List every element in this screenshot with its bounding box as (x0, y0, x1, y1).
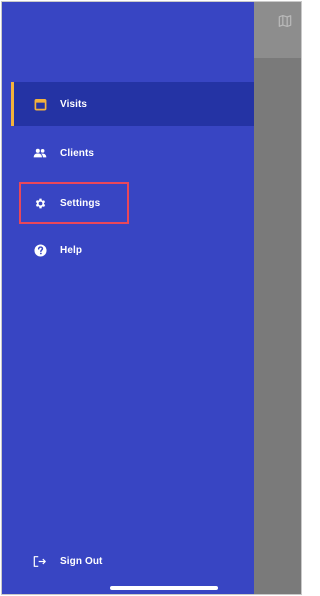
nav-item-label: Settings (60, 197, 101, 209)
nav-item-clients[interactable]: Clients (12, 131, 254, 175)
phone-screen: Visits Clients Settings Help Sign Out (1, 1, 302, 595)
nav-item-visits[interactable]: Visits (11, 82, 254, 126)
sign-out-icon (33, 554, 47, 568)
home-indicator[interactable] (110, 586, 218, 590)
nav-item-label: Clients (60, 147, 95, 159)
gear-icon (33, 196, 47, 210)
navigation-drawer: Visits Clients Settings Help Sign Out (2, 2, 254, 594)
map-icon[interactable] (278, 14, 292, 28)
nav-item-settings[interactable]: Settings (12, 181, 254, 225)
people-icon (33, 146, 47, 160)
sign-out-button[interactable]: Sign Out (12, 542, 254, 580)
sign-out-label: Sign Out (60, 555, 103, 567)
nav-item-label: Visits (60, 98, 88, 110)
nav-item-label: Help (60, 244, 83, 256)
nav-item-help[interactable]: Help (12, 228, 254, 272)
calendar-icon (33, 97, 47, 111)
help-circle-icon (33, 243, 47, 257)
